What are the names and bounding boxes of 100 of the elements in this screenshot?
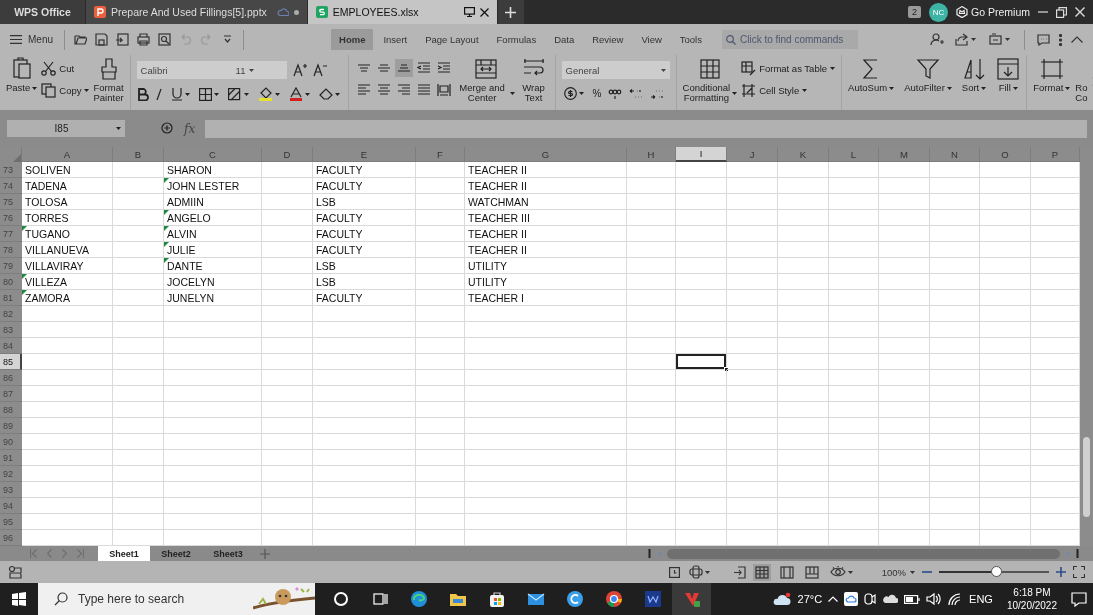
table-cell[interactable] [22, 386, 113, 402]
table-cell[interactable] [879, 306, 930, 322]
table-cell[interactable] [879, 418, 930, 434]
decrease-indent-icon[interactable] [416, 61, 431, 75]
meet-icon[interactable] [864, 592, 877, 606]
table-cell[interactable] [416, 370, 465, 386]
table-cell[interactable] [262, 482, 313, 498]
table-cell[interactable] [676, 482, 727, 498]
column-header[interactable]: G [465, 147, 627, 162]
ribbon-tab[interactable]: Review [584, 29, 632, 50]
table-cell[interactable] [262, 386, 313, 402]
table-cell[interactable] [113, 434, 164, 450]
table-cell[interactable] [262, 354, 313, 370]
table-cell[interactable] [930, 402, 980, 418]
chrome-icon[interactable] [604, 590, 623, 608]
ribbon-tab[interactable]: Formulas [488, 29, 545, 50]
column-header[interactable]: N [930, 147, 980, 162]
table-cell[interactable] [113, 370, 164, 386]
table-cell[interactable] [829, 434, 879, 450]
table-cell[interactable] [930, 210, 980, 226]
table-cell[interactable] [262, 274, 313, 290]
column-header[interactable]: J [727, 147, 778, 162]
distribute-icon[interactable] [436, 83, 451, 97]
table-cell[interactable] [778, 242, 829, 258]
table-cell[interactable] [416, 386, 465, 402]
table-cell[interactable] [416, 306, 465, 322]
add-sheet-icon[interactable] [260, 548, 270, 559]
ribbon-tab[interactable]: Data [546, 29, 583, 50]
table-cell[interactable] [262, 226, 313, 242]
share-user-icon[interactable] [930, 33, 944, 46]
table-cell[interactable] [829, 482, 879, 498]
table-cell[interactable] [930, 178, 980, 194]
table-cell[interactable] [778, 322, 829, 338]
clock-icon[interactable] [668, 566, 680, 578]
table-cell[interactable] [778, 450, 829, 466]
ribbon-tab[interactable]: Home [331, 29, 374, 50]
table-cell[interactable] [465, 370, 627, 386]
go-premium-button[interactable]: Go Premium [956, 6, 1030, 18]
column-header[interactable]: O [980, 147, 1031, 162]
table-cell[interactable] [829, 370, 879, 386]
table-cell[interactable] [727, 162, 778, 178]
table-cell[interactable] [930, 242, 980, 258]
more-icon[interactable] [221, 33, 234, 46]
table-cell[interactable] [930, 194, 980, 210]
open-folder-icon[interactable] [74, 33, 87, 46]
table-cell[interactable] [676, 274, 727, 290]
table-cell[interactable] [262, 258, 313, 274]
table-cell[interactable] [676, 498, 727, 514]
menu-button[interactable]: Menu [6, 34, 57, 45]
table-cell[interactable] [416, 418, 465, 434]
table-cell[interactable] [879, 178, 930, 194]
column-header[interactable]: K [778, 147, 829, 162]
table-cell[interactable] [262, 450, 313, 466]
table-cell[interactable]: FACULTY [313, 210, 416, 226]
table-cell[interactable] [22, 418, 113, 434]
table-cell[interactable] [829, 210, 879, 226]
table-cell[interactable] [727, 290, 778, 306]
table-cell[interactable] [980, 386, 1031, 402]
table-cell[interactable] [416, 466, 465, 482]
table-cell[interactable] [676, 338, 727, 354]
table-cell[interactable] [980, 370, 1031, 386]
table-cell[interactable] [879, 162, 930, 178]
table-cell[interactable] [930, 274, 980, 290]
eye-icon[interactable] [829, 566, 846, 578]
table-cell[interactable]: UTILITY [465, 258, 627, 274]
table-cell[interactable] [262, 402, 313, 418]
table-cell[interactable] [778, 418, 829, 434]
table-cell[interactable] [416, 210, 465, 226]
speaker-icon[interactable] [926, 592, 943, 606]
table-cell[interactable] [930, 162, 980, 178]
paste-button[interactable]: Paste [6, 57, 38, 93]
sheet-tab[interactable]: Sheet1 [98, 546, 150, 561]
table-cell[interactable] [416, 274, 465, 290]
table-cell[interactable] [778, 226, 829, 242]
table-cell[interactable] [879, 370, 930, 386]
table-cell[interactable] [113, 258, 164, 274]
table-cell[interactable] [879, 498, 930, 514]
table-cell[interactable] [164, 482, 262, 498]
clock[interactable]: 6:18 PM 10/20/2022 [998, 586, 1065, 612]
last-sheet-icon[interactable] [77, 549, 84, 558]
table-cell[interactable] [727, 434, 778, 450]
table-cell[interactable] [727, 242, 778, 258]
onedrive-icon[interactable] [882, 594, 899, 604]
table-cell[interactable] [164, 386, 262, 402]
table-cell[interactable] [416, 258, 465, 274]
task-view-icon[interactable] [370, 590, 389, 608]
table-cell[interactable] [113, 514, 164, 530]
collapse-icon[interactable] [1071, 36, 1083, 43]
table-cell[interactable] [676, 242, 727, 258]
table-cell[interactable] [727, 482, 778, 498]
column-header[interactable]: B [113, 147, 164, 162]
close-icon[interactable] [479, 7, 489, 17]
table-cell[interactable]: TEACHER II [465, 242, 627, 258]
table-cell[interactable] [113, 498, 164, 514]
table-cell[interactable] [727, 194, 778, 210]
previous-sheet-icon[interactable] [47, 549, 52, 558]
font-dropdown[interactable]: Calibri [136, 61, 232, 79]
table-cell[interactable] [262, 466, 313, 482]
autofilter-button[interactable]: AutoFilter [904, 57, 952, 93]
fullscreen-icon[interactable] [1073, 566, 1085, 578]
